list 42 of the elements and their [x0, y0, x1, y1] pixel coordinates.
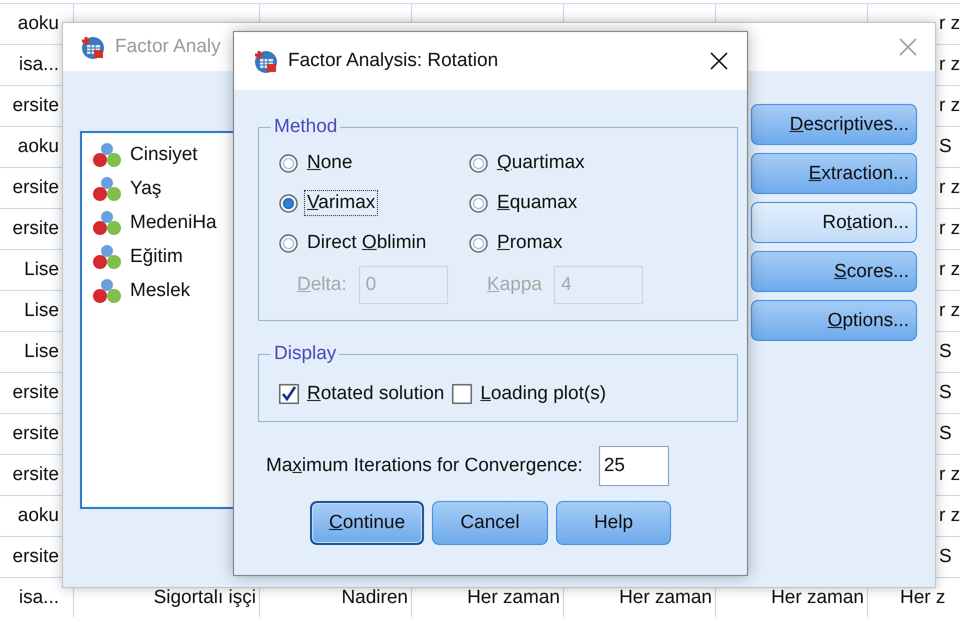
table-cell: ersite [12, 177, 59, 199]
table-cell: Sigortalı işçi [154, 587, 256, 609]
window-title: Factor Analy [115, 36, 222, 58]
table-cell: r z [939, 13, 960, 35]
table-cell: r z [939, 464, 960, 486]
field-label: Kappa [487, 274, 542, 296]
table-cell: Her z [900, 587, 946, 609]
table-cell: ersite [12, 464, 59, 486]
table-cell: aoku [18, 136, 59, 158]
table-cell: Lise [24, 341, 59, 363]
table-cell: r z [939, 54, 960, 76]
table-cell: S [939, 341, 952, 363]
table-cell: Her zaman [771, 587, 864, 609]
table-cell: ersite [12, 218, 59, 240]
table-cell: ersite [12, 95, 59, 117]
table-cell: r z [939, 259, 960, 281]
field-label: Maximum Iterations for Convergence: [266, 455, 583, 477]
table-cell: r z [939, 505, 960, 527]
table-cell: ersite [12, 546, 59, 568]
table-cell: S [939, 136, 952, 158]
table-cell: Lise [24, 259, 59, 281]
table-cell: S [939, 423, 952, 445]
table-cell: Her zaman [467, 587, 560, 609]
table-cell: Nadiren [341, 587, 408, 609]
table-cell: r z [939, 218, 960, 240]
group-label: Method [273, 116, 338, 138]
table-cell: isa... [18, 587, 59, 609]
table-cell: aoku [18, 13, 59, 35]
table-cell: ersite [12, 382, 59, 404]
table-cell: r z [939, 300, 960, 322]
table-cell: r z [939, 177, 960, 199]
table-cell: r z [939, 95, 960, 117]
table-cell: aoku [18, 505, 59, 527]
table-cell: Her zaman [619, 587, 712, 609]
table-cell: Lise [24, 300, 59, 322]
window-title: Factor Analysis: Rotation [288, 50, 500, 72]
field-label: Delta: [297, 274, 347, 296]
table-cell: ersite [12, 423, 59, 445]
group-label: Display [273, 343, 338, 365]
table-cell: S [939, 546, 952, 568]
table-cell: isa... [18, 54, 59, 76]
table-cell: S [939, 382, 952, 404]
